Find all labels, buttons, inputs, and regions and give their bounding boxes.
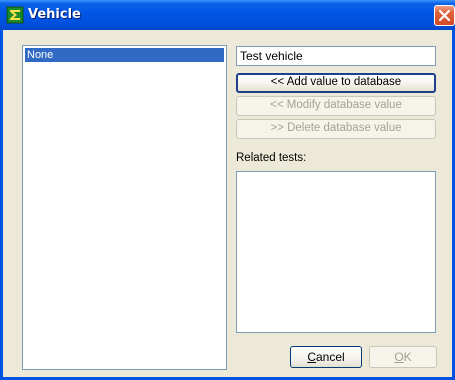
vehicle-name-value: Test vehicle — [240, 49, 303, 63]
window-title: Vehicle — [28, 7, 81, 22]
vehicle-name-input[interactable]: Test vehicle — [236, 46, 436, 66]
delete-value-label: >> Delete database value — [270, 122, 402, 134]
dialog-client-area: None Test vehicle << Add value to databa… — [3, 30, 452, 377]
cancel-label: ancel — [315, 350, 345, 364]
cancel-button[interactable]: Cancel — [290, 346, 362, 368]
add-value-button[interactable]: << Add value to database — [236, 73, 436, 93]
close-icon — [439, 10, 450, 21]
ok-mnemonic: O — [394, 350, 404, 364]
ok-button[interactable]: OK — [369, 346, 437, 368]
list-item[interactable]: None — [25, 48, 224, 62]
list-item-label: None — [27, 49, 54, 61]
title-bar[interactable]: Vehicle — [0, 0, 455, 30]
related-tests-label: Related tests: — [236, 152, 307, 164]
vehicle-list[interactable]: None — [22, 45, 227, 370]
related-tests-list[interactable] — [236, 171, 436, 333]
delete-value-button[interactable]: >> Delete database value — [236, 119, 436, 139]
modify-value-label: << Modify database value — [270, 99, 402, 111]
sigma-app-icon — [6, 6, 24, 24]
add-value-label: << Add value to database — [270, 76, 402, 88]
modify-value-button[interactable]: << Modify database value — [236, 96, 436, 116]
close-button[interactable] — [434, 5, 455, 26]
ok-label: K — [403, 350, 412, 364]
cancel-mnemonic: C — [307, 350, 316, 364]
vehicle-dialog: Vehicle None Test vehicle << Add value t… — [0, 0, 455, 380]
